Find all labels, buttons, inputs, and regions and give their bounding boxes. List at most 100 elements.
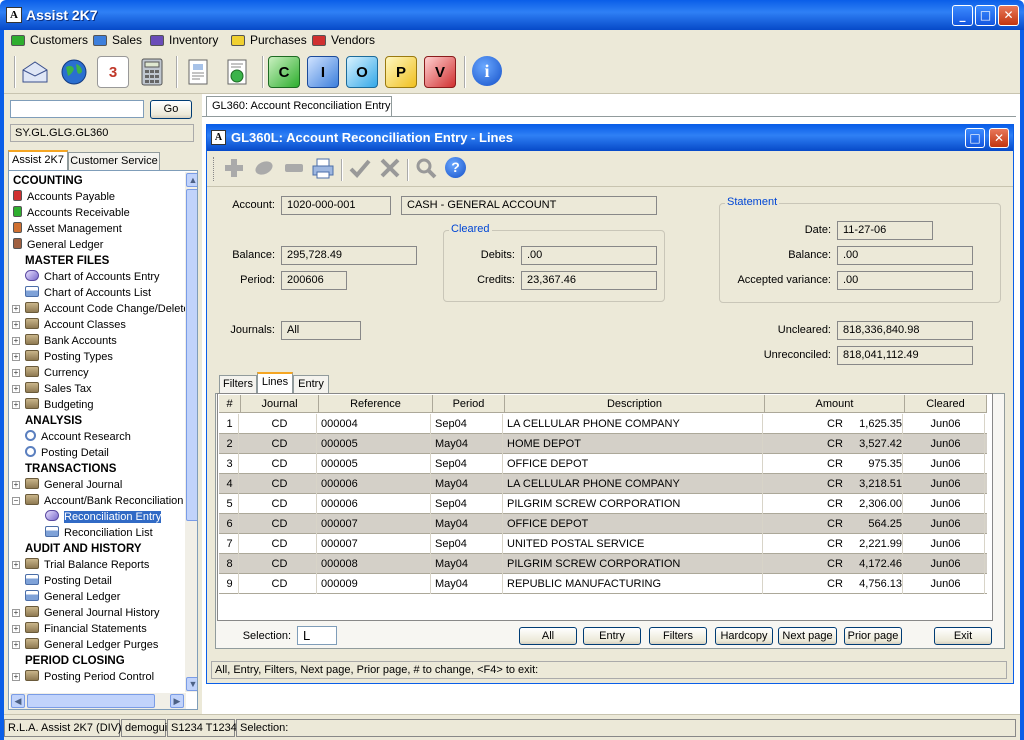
child-close-button[interactable]: ✕: [989, 128, 1009, 148]
journals-field[interactable]: All: [281, 321, 361, 340]
tree-item[interactable]: Account/Bank Reconciliation −: [12, 493, 197, 509]
expand-icon[interactable]: +: [12, 641, 20, 649]
mail-icon[interactable]: [19, 56, 51, 88]
filters-button[interactable]: Filters: [649, 627, 707, 645]
column-header[interactable]: #: [219, 395, 241, 413]
tab-entry[interactable]: Entry: [293, 375, 329, 394]
accept-check-icon[interactable]: [349, 157, 371, 182]
tree-item[interactable]: Chart of Accounts Entry: [25, 269, 197, 285]
customers-c-icon[interactable]: C: [268, 56, 300, 88]
table-row[interactable]: 4 CD 000006 May04 LA CELLULAR PHONE COMPANY C…: [219, 474, 987, 494]
table-row[interactable]: 8 CD 000008 May04 PILGRIM SCREW CORPORATION C…: [219, 554, 987, 574]
delete-icon[interactable]: [283, 157, 305, 182]
tree-item[interactable]: Posting Types +: [12, 349, 197, 365]
tree-item[interactable]: Account Classes +: [12, 317, 197, 333]
all-button[interactable]: All: [519, 627, 577, 645]
print-icon[interactable]: [311, 157, 335, 182]
cancel-x-icon[interactable]: [379, 157, 401, 182]
inventory-i-icon[interactable]: I: [307, 56, 339, 88]
tree-vertical-scrollbar[interactable]: ▲ ▼: [185, 172, 197, 692]
menu-vendors[interactable]: Vendors: [312, 32, 375, 48]
scroll-thumb[interactable]: [186, 189, 197, 521]
tab-customer-service[interactable]: Customer Service: [68, 152, 160, 170]
calendar-icon[interactable]: 3: [97, 56, 129, 88]
prior-page-button[interactable]: Prior page: [844, 627, 902, 645]
table-row[interactable]: 7 CD 000007 Sep04 UNITED POSTAL SERVICE CR 2,2…: [219, 534, 987, 554]
child-maximize-button[interactable]: □: [965, 128, 985, 148]
expand-icon[interactable]: +: [12, 481, 20, 489]
find-icon[interactable]: [415, 157, 437, 182]
info-icon[interactable]: i: [472, 56, 502, 86]
menu-inventory[interactable]: Inventory: [150, 32, 218, 48]
collapse-icon[interactable]: −: [12, 497, 20, 505]
help-icon[interactable]: ?: [445, 157, 466, 178]
tree-item[interactable]: Reconciliation Entry: [45, 509, 197, 525]
expand-icon[interactable]: +: [12, 305, 20, 313]
variance-field[interactable]: .00: [837, 271, 973, 290]
menu-purchases[interactable]: Purchases: [231, 32, 307, 48]
tree-item[interactable]: Accounts Receivable: [13, 205, 185, 221]
tree-item[interactable]: Accounts Payable: [13, 189, 185, 205]
expand-icon[interactable]: +: [12, 673, 20, 681]
expand-icon[interactable]: +: [12, 385, 20, 393]
scroll-thumb[interactable]: [27, 694, 155, 708]
table-row[interactable]: 6 CD 000007 May04 OFFICE DEPOT CR 564.25 Jun06: [219, 514, 987, 534]
column-header[interactable]: Journal: [241, 395, 319, 413]
column-header[interactable]: Amount: [765, 395, 905, 413]
tree-item[interactable]: Posting Detail: [25, 445, 197, 461]
expand-icon[interactable]: +: [12, 625, 20, 633]
column-header[interactable]: Period: [433, 395, 505, 413]
next-page-button[interactable]: Next page: [778, 627, 837, 645]
tree-item[interactable]: General Journal History +: [12, 605, 197, 621]
tree-item[interactable]: Sales Tax +: [12, 381, 197, 397]
scroll-up-icon[interactable]: ▲: [186, 173, 197, 187]
purchases-p-icon[interactable]: P: [385, 56, 417, 88]
minimize-button[interactable]: _: [952, 5, 973, 26]
tree-item[interactable]: Chart of Accounts List: [25, 285, 197, 301]
column-header[interactable]: Cleared: [905, 395, 987, 413]
expand-icon[interactable]: +: [12, 353, 20, 361]
statement-balance-field[interactable]: .00: [837, 246, 973, 265]
tab-assist-2k7[interactable]: Assist 2K7: [8, 150, 68, 170]
scroll-left-icon[interactable]: ◀: [11, 694, 25, 708]
account-field[interactable]: 1020-000-001: [281, 196, 391, 215]
tree-item[interactable]: Asset Management: [13, 221, 185, 237]
tree-item[interactable]: Financial Statements +: [12, 621, 197, 637]
go-button[interactable]: Go: [150, 100, 192, 119]
tab-lines[interactable]: Lines: [257, 372, 293, 394]
close-button[interactable]: ✕: [998, 5, 1019, 26]
add-icon[interactable]: [223, 157, 245, 182]
maximize-button[interactable]: □: [975, 5, 996, 26]
expand-icon[interactable]: +: [12, 337, 20, 345]
selection-input[interactable]: L: [297, 626, 337, 645]
table-row[interactable]: 1 CD 000004 Sep04 LA CELLULAR PHONE COMPANY C…: [219, 414, 987, 434]
tree-item[interactable]: Account Code Change/Delete +: [12, 301, 197, 317]
tree-item[interactable]: Trial Balance Reports +: [12, 557, 197, 573]
chart-icon[interactable]: [222, 56, 254, 88]
statement-date-field[interactable]: 11-27-06: [837, 221, 933, 240]
menu-search-input[interactable]: [10, 100, 144, 118]
expand-icon[interactable]: +: [12, 321, 20, 329]
vendors-v-icon[interactable]: V: [424, 56, 456, 88]
tree-item[interactable]: Currency +: [12, 365, 197, 381]
menu-customers[interactable]: Customers: [11, 32, 88, 48]
scroll-right-icon[interactable]: ▶: [170, 694, 184, 708]
column-header[interactable]: Reference: [319, 395, 433, 413]
tree-item[interactable]: Posting Period Control +: [12, 669, 197, 685]
tree-item[interactable]: Account Research: [25, 429, 197, 445]
tab-filters[interactable]: Filters: [219, 375, 257, 394]
calculator-icon[interactable]: [136, 56, 168, 88]
tree-item[interactable]: Budgeting +: [12, 397, 197, 413]
column-header[interactable]: Description: [505, 395, 765, 413]
globe-icon[interactable]: [58, 56, 90, 88]
tree-item[interactable]: Bank Accounts +: [12, 333, 197, 349]
tree-item[interactable]: Posting Detail: [25, 573, 197, 589]
expand-icon[interactable]: +: [12, 369, 20, 377]
expand-icon[interactable]: +: [12, 401, 20, 409]
table-row[interactable]: 2 CD 000005 May04 HOME DEPOT CR 3,527.42 Jun06: [219, 434, 987, 454]
exit-button[interactable]: Exit: [934, 627, 992, 645]
table-row[interactable]: 5 CD 000006 Sep04 PILGRIM SCREW CORPORATION C…: [219, 494, 987, 514]
edit-icon[interactable]: [253, 157, 275, 182]
tree-horizontal-scrollbar[interactable]: ◀ ▶: [10, 693, 186, 709]
hardcopy-button[interactable]: Hardcopy: [715, 627, 773, 645]
